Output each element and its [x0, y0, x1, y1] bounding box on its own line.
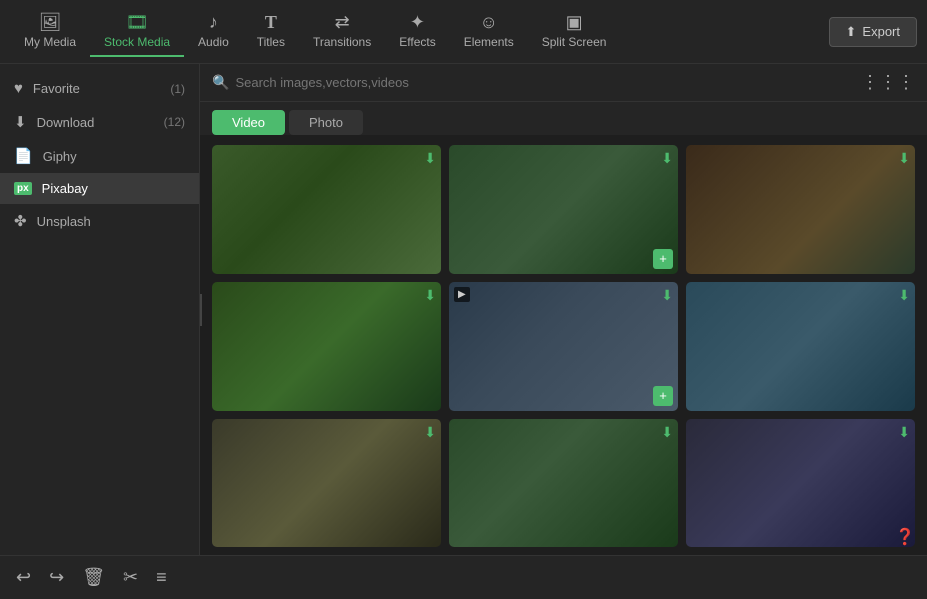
main-layout: ♥ Favorite (1) ⬇ Download (12) 📄 Giphy p…: [0, 64, 927, 555]
undo-icon[interactable]: ↩: [16, 567, 31, 588]
sidebar-pixabay-label: Pixabay: [42, 181, 88, 196]
sidebar-item-favorite[interactable]: ♥ Favorite (1): [0, 72, 199, 105]
media-thumb-3[interactable]: ⬇: [686, 145, 915, 274]
nav-titles-label: Titles: [257, 35, 285, 49]
download-badge-4[interactable]: ⬇: [424, 287, 436, 304]
my-media-icon: 🖼: [39, 13, 62, 31]
nav-transitions-label: Transitions: [313, 35, 371, 49]
export-button[interactable]: ⬆ Export: [829, 17, 917, 47]
favorite-icon: ♥: [14, 80, 23, 97]
media-grid: ⬇⬇+⬇⬇⬇+▶⬇⬇⬇⬇⬇⬇⬇: [212, 145, 915, 555]
sidebar-download-badge: (12): [164, 115, 185, 129]
media-thumb-6[interactable]: ⬇: [686, 282, 915, 411]
giphy-icon: 📄: [14, 147, 33, 165]
download-badge-7[interactable]: ⬇: [424, 424, 436, 441]
split-screen-icon: ▣: [566, 13, 583, 31]
download-badge-2[interactable]: ⬇: [661, 150, 673, 167]
elements-icon: ☺: [480, 13, 498, 31]
search-input[interactable]: [235, 75, 855, 90]
media-thumb-7[interactable]: ⬇: [212, 419, 441, 548]
top-nav: 🖼 My Media 🎞 Stock Media ♪ Audio T Title…: [0, 0, 927, 64]
sidebar-collapse-arrow[interactable]: ◀: [200, 294, 202, 326]
audio-icon: ♪: [209, 13, 218, 31]
content-area: ◀ 🔍 ⋮⋮⋮ Video Photo ⬇⬇+⬇⬇⬇+▶⬇⬇⬇⬇⬇⬇⬇ ❓: [200, 64, 927, 555]
media-thumb-5[interactable]: ⬇ + ▶: [449, 282, 678, 411]
sidebar-item-download[interactable]: ⬇ Download (12): [0, 105, 199, 139]
download-badge-1[interactable]: ⬇: [424, 150, 436, 167]
titles-icon: T: [265, 13, 277, 31]
nav-elements-label: Elements: [464, 35, 514, 49]
add-badge-5[interactable]: +: [653, 386, 673, 406]
nav-my-media-label: My Media: [24, 35, 76, 49]
help-icon[interactable]: ❓: [895, 527, 915, 547]
nav-transitions[interactable]: ⇄ Transitions: [299, 7, 385, 57]
cut-icon[interactable]: ✂: [123, 567, 138, 588]
export-icon: ⬆: [846, 24, 857, 40]
effects-icon: ✦: [410, 13, 425, 31]
nav-audio[interactable]: ♪ Audio: [184, 7, 243, 57]
search-icon: 🔍: [212, 74, 229, 91]
tab-photo[interactable]: Photo: [289, 110, 363, 135]
video-type-badge-5: ▶: [454, 287, 470, 302]
sidebar-favorite-badge: (1): [170, 82, 185, 96]
nav-split-screen[interactable]: ▣ Split Screen: [528, 7, 621, 57]
download-icon: ⬇: [14, 113, 27, 131]
nav-elements[interactable]: ☺ Elements: [450, 7, 528, 57]
media-thumb-9[interactable]: ⬇: [686, 419, 915, 548]
unsplash-icon: ✤: [14, 212, 27, 230]
download-badge-8[interactable]: ⬇: [661, 424, 673, 441]
download-badge-9[interactable]: ⬇: [898, 424, 910, 441]
sidebar-item-giphy[interactable]: 📄 Giphy: [0, 139, 199, 173]
menu-icon[interactable]: ≡: [156, 567, 167, 588]
media-thumb-4[interactable]: ⬇: [212, 282, 441, 411]
stock-media-icon: 🎞: [126, 13, 149, 31]
sidebar: ♥ Favorite (1) ⬇ Download (12) 📄 Giphy p…: [0, 64, 200, 555]
media-thumb-2[interactable]: ⬇+: [449, 145, 678, 274]
nav-audio-label: Audio: [198, 35, 229, 49]
download-badge-3[interactable]: ⬇: [898, 150, 910, 167]
grid-view-icon[interactable]: ⋮⋮⋮: [861, 72, 915, 93]
download-badge-6[interactable]: ⬇: [898, 287, 910, 304]
nav-titles[interactable]: T Titles: [243, 7, 299, 57]
export-label: Export: [862, 24, 900, 39]
bottom-toolbar: ↩ ↪ 🗑 ✂ ≡: [0, 555, 927, 599]
delete-icon[interactable]: 🗑: [82, 567, 105, 588]
add-badge-2[interactable]: +: [653, 249, 673, 269]
download-badge-5[interactable]: ⬇: [661, 287, 673, 304]
nav-stock-media[interactable]: 🎞 Stock Media: [90, 7, 184, 57]
nav-split-screen-label: Split Screen: [542, 35, 607, 49]
sidebar-unsplash-label: Unsplash: [37, 214, 91, 229]
media-thumb-1[interactable]: ⬇: [212, 145, 441, 274]
sidebar-giphy-label: Giphy: [43, 149, 77, 164]
tab-row: Video Photo: [200, 102, 927, 135]
transitions-icon: ⇄: [335, 13, 350, 31]
sidebar-item-unsplash[interactable]: ✤ Unsplash: [0, 204, 199, 238]
media-grid-wrapper[interactable]: ⬇⬇+⬇⬇⬇+▶⬇⬇⬇⬇⬇⬇⬇: [200, 135, 927, 555]
search-bar: 🔍 ⋮⋮⋮: [200, 64, 927, 102]
sidebar-favorite-label: Favorite: [33, 81, 80, 96]
sidebar-item-pixabay[interactable]: px Pixabay: [0, 173, 199, 204]
nav-my-media[interactable]: 🖼 My Media: [10, 7, 90, 57]
tab-video[interactable]: Video: [212, 110, 285, 135]
nav-effects-label: Effects: [399, 35, 435, 49]
nav-stock-media-label: Stock Media: [104, 35, 170, 49]
pixabay-icon: px: [14, 182, 32, 195]
media-thumb-8[interactable]: ⬇: [449, 419, 678, 548]
redo-icon[interactable]: ↪: [49, 567, 64, 588]
nav-effects[interactable]: ✦ Effects: [385, 7, 449, 57]
sidebar-download-label: Download: [37, 115, 95, 130]
